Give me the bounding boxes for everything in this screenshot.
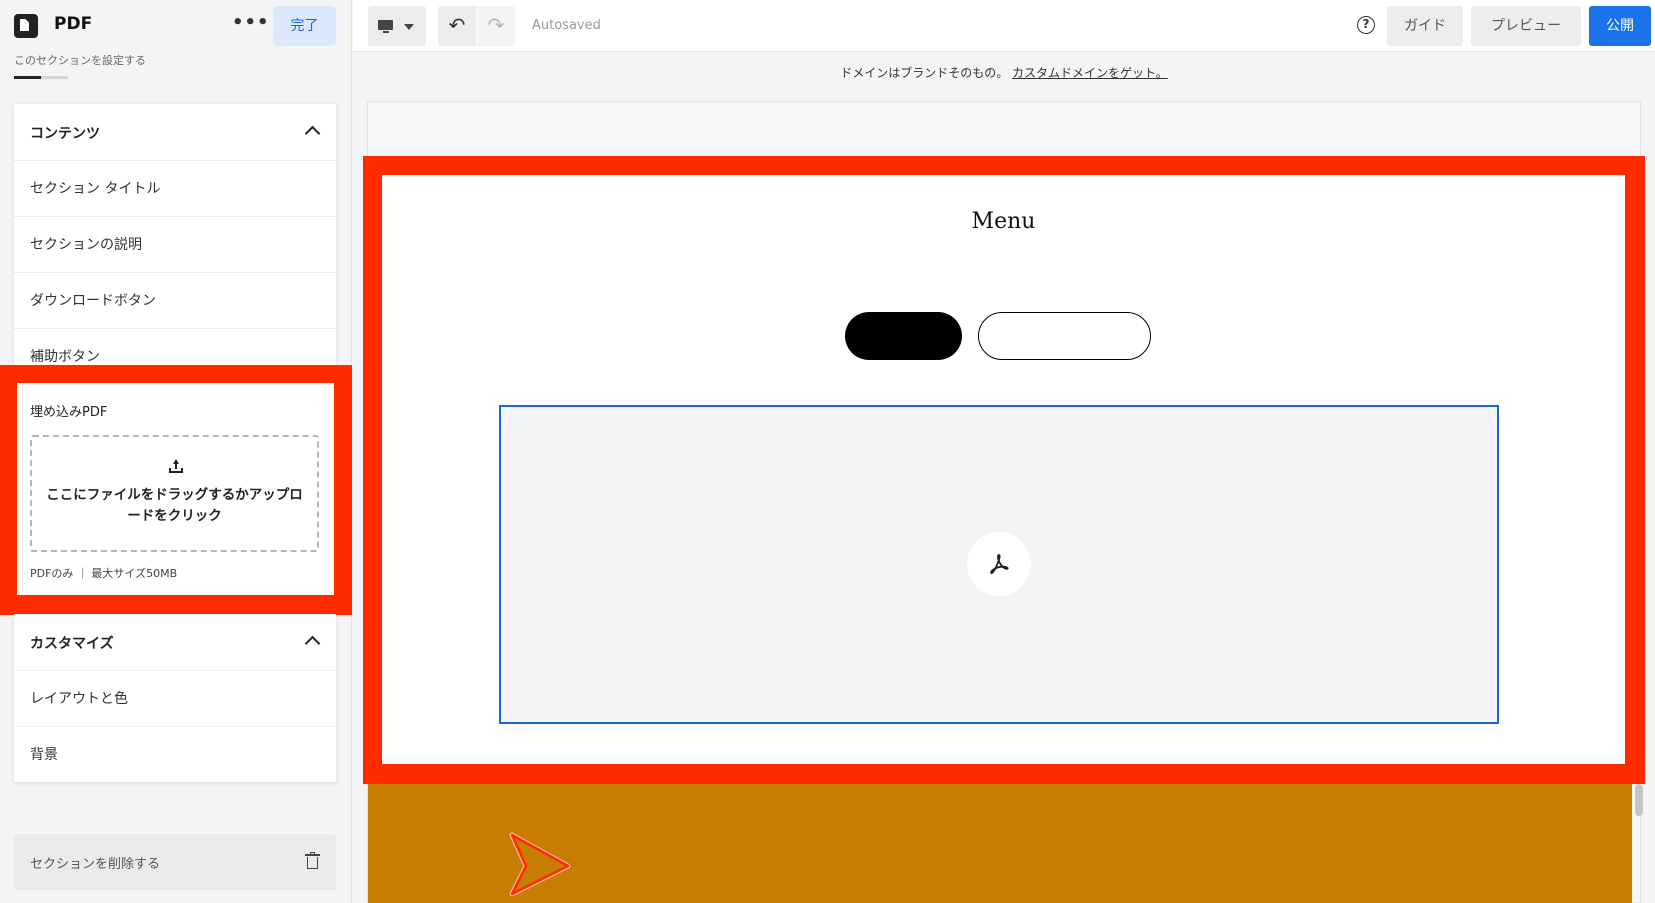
pdf-icon — [967, 532, 1031, 596]
delete-section-label: セクションを削除する — [30, 857, 161, 872]
item-background[interactable]: 背景 — [14, 726, 336, 782]
help-icon[interactable]: ? — [1357, 16, 1375, 34]
caret-down-icon — [404, 24, 414, 30]
item-layout-color[interactable]: レイアウトと色 — [14, 670, 336, 726]
sidebar-header: PDF ••• 完了 — [0, 0, 352, 50]
secondary-button-preview[interactable] — [978, 312, 1151, 360]
done-button[interactable]: 完了 — [273, 6, 336, 46]
embed-pdf-hint: PDFのみ ｜ 最大サイズ50MB — [30, 567, 178, 580]
play-arrow-icon — [509, 832, 571, 896]
embed-pdf-label: 埋め込みPDF — [30, 405, 108, 420]
content-header-label: コンテンツ — [30, 126, 100, 142]
content-header[interactable]: コンテンツ — [14, 104, 336, 160]
sidebar-subtitle: このセクションを設定する — [14, 54, 146, 67]
customize-header-label: カスタマイズ — [30, 636, 114, 652]
setup-progress-bar — [14, 76, 68, 79]
upload-icon — [169, 459, 183, 473]
custom-domain-link[interactable]: カスタムドメインをゲット。 — [1012, 66, 1168, 80]
customize-header[interactable]: カスタマイズ — [14, 614, 336, 670]
content-panel: コンテンツ セクション タイトル セクションの説明 ダウンロードボタン 補助ボタ… — [14, 104, 336, 366]
domain-banner: ドメインはブランドそのもの。 カスタムドメインをゲット。 — [353, 64, 1655, 81]
preview-button[interactable]: プレビュー — [1471, 6, 1581, 46]
section-title[interactable]: Menu — [382, 209, 1625, 234]
trash-icon — [305, 852, 320, 869]
document-icon — [14, 14, 38, 38]
pdf-section-highlight: Menu — [363, 156, 1645, 784]
item-section-title[interactable]: セクション タイトル — [14, 160, 336, 216]
delete-section-button[interactable]: セクションを削除する — [14, 834, 336, 890]
embed-pdf-highlight: 埋め込みPDF ここにファイルをドラッグするかアップロードをクリック PDFのみ… — [0, 365, 352, 615]
more-options-button[interactable]: ••• — [232, 12, 269, 38]
sidebar-title: PDF — [54, 14, 93, 34]
chevron-up-icon[interactable] — [304, 125, 321, 142]
chevron-up-icon[interactable] — [304, 635, 321, 652]
item-download-button[interactable]: ダウンロードボタン — [14, 272, 336, 328]
editor-toolbar: ↶ ↷ Autosaved ? ガイド プレビュー 公開 — [353, 0, 1655, 52]
embed-pdf-panel: 埋め込みPDF ここにファイルをドラッグするかアップロードをクリック PDFのみ… — [17, 383, 334, 595]
banner-text: ドメインはブランドそのもの。 — [840, 66, 1009, 80]
pdf-dropzone[interactable]: ここにファイルをドラッグするかアップロードをクリック — [30, 435, 319, 552]
customize-panel: カスタマイズ レイアウトと色 背景 — [14, 614, 336, 782]
autosave-status: Autosaved — [532, 18, 601, 33]
setup-progress-fill — [14, 76, 41, 79]
publish-button[interactable]: 公開 — [1589, 6, 1651, 46]
settings-sidebar: PDF ••• 完了 このセクションを設定する コンテンツ セクション タイトル… — [0, 0, 352, 903]
guide-button[interactable]: ガイド — [1387, 6, 1463, 46]
item-section-description[interactable]: セクションの説明 — [14, 216, 336, 272]
pdf-embed-placeholder[interactable] — [499, 405, 1499, 724]
undo-button[interactable]: ↶ — [438, 6, 476, 46]
dropzone-text: ここにファイルをドラッグするかアップロードをクリック — [46, 487, 303, 524]
desktop-icon — [378, 20, 393, 33]
redo-button[interactable]: ↷ — [477, 6, 515, 46]
download-button-preview[interactable] — [845, 312, 962, 360]
next-section-preview — [368, 784, 1632, 903]
canvas-scrollbar[interactable] — [1635, 784, 1643, 816]
pdf-section[interactable]: Menu — [382, 175, 1625, 764]
device-selector[interactable] — [368, 6, 426, 46]
